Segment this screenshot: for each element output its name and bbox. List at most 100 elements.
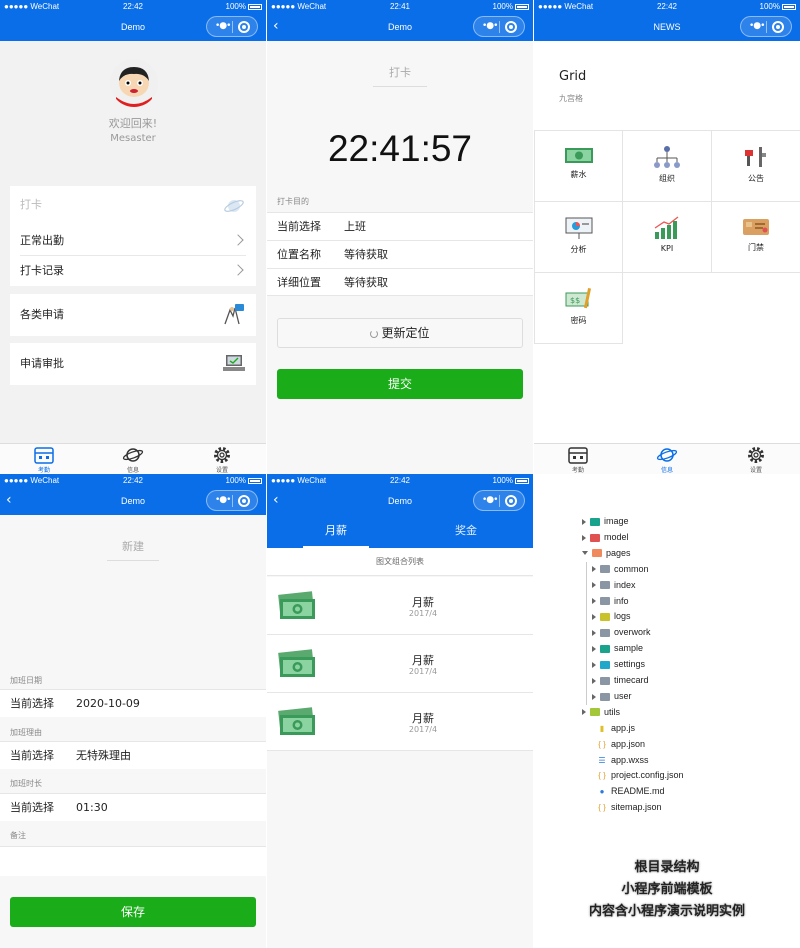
tree-folder[interactable]: model	[582, 530, 629, 544]
tree-folder[interactable]: timecard	[592, 673, 649, 687]
grid-password[interactable]: $$ 密码	[534, 273, 623, 344]
checkin-header: 打卡	[20, 198, 42, 211]
close-mini-icon[interactable]	[238, 21, 250, 33]
capsule-menu[interactable]: •●•	[206, 490, 258, 511]
item-date: 2017/4	[408, 667, 438, 676]
planet-icon	[122, 448, 144, 462]
more-icon[interactable]: •●•	[749, 21, 766, 31]
tree-file[interactable]: ● README.md	[582, 784, 665, 798]
folder-icon	[590, 517, 600, 526]
tree-file[interactable]: ☰ app.wxss	[582, 753, 648, 767]
more-icon[interactable]: •●•	[215, 21, 232, 31]
chevron-right-icon	[232, 234, 244, 246]
tree-file[interactable]: { } sitemap.json	[582, 800, 662, 814]
grid-kpi[interactable]: KPI	[623, 202, 712, 273]
list-item[interactable]: 月薪 2017/4	[267, 693, 533, 751]
purpose-row[interactable]: 当前选择 上班	[267, 212, 533, 240]
tree-folder[interactable]: common	[592, 562, 649, 576]
tree-guide-line	[586, 561, 587, 705]
tree-item-label: pages	[606, 547, 631, 558]
grid-analysis[interactable]: 分析	[534, 202, 623, 273]
tree-folder[interactable]: image	[582, 514, 629, 528]
list-item[interactable]: 月薪 2017/4	[267, 577, 533, 635]
list-item[interactable]: 月薪 2017/4	[267, 635, 533, 693]
json-file-icon: { }	[598, 739, 606, 749]
submit-button[interactable]: 提交	[277, 369, 523, 399]
capsule-menu[interactable]: •●•	[206, 16, 258, 37]
tree-folder[interactable]: user	[592, 689, 632, 703]
tree-folder[interactable]: utils	[582, 705, 620, 719]
org-chart-icon	[654, 146, 680, 168]
tab-bonus[interactable]: 奖金	[433, 515, 499, 548]
tab-attendance[interactable]: 考勤	[548, 445, 608, 474]
avatar	[110, 59, 158, 107]
battery: 100%	[760, 2, 796, 11]
save-button[interactable]: 保存	[10, 897, 256, 927]
item-label: 打卡记录	[20, 264, 64, 277]
close-mini-icon[interactable]	[505, 21, 517, 33]
tab-info[interactable]: 信息	[637, 445, 697, 474]
overtime-reason-picker[interactable]: 当前选择 无特殊理由	[0, 741, 266, 769]
more-icon[interactable]: •●•	[215, 495, 232, 505]
info-file-icon: ●	[599, 787, 605, 797]
note-textarea[interactable]	[0, 846, 266, 876]
grid-title: Grid	[559, 69, 587, 84]
item-date: 2017/4	[408, 609, 438, 618]
close-mini-icon[interactable]	[505, 495, 517, 507]
section-label: 加班理由	[10, 728, 42, 737]
overtime-date-picker[interactable]: 当前选择 2020-10-09	[0, 689, 266, 717]
tree-folder[interactable]: pages	[582, 546, 631, 560]
checkin-records-item[interactable]: 打卡记录	[20, 256, 246, 286]
username: Mesaster	[110, 133, 156, 144]
folder-icon	[600, 676, 610, 685]
tree-folder[interactable]: settings	[592, 657, 645, 671]
tree-file[interactable]: { } project.config.json	[582, 768, 683, 782]
list-title: 图文组合列表	[267, 548, 533, 576]
grid-access-control[interactable]: 门禁	[712, 202, 800, 273]
approve-card[interactable]: 申请审批	[10, 343, 256, 385]
normal-attendance-item[interactable]: 正常出勤	[20, 226, 246, 256]
apply-card[interactable]: 各类申请	[10, 294, 256, 336]
tab-info[interactable]: 信息	[103, 445, 163, 474]
tree-folder[interactable]: info	[592, 594, 629, 608]
overtime-duration-picker[interactable]: 当前选择 01:30	[0, 793, 266, 821]
capsule-menu[interactable]: •●•	[473, 490, 525, 511]
refresh-location-button[interactable]: 更新定位	[277, 318, 523, 348]
more-icon[interactable]: •●•	[482, 495, 499, 505]
keycard-icon	[743, 219, 769, 235]
tree-folder[interactable]: overwork	[592, 625, 651, 639]
tree-folder[interactable]: index	[592, 578, 636, 592]
section-label: 加班时长	[10, 779, 42, 788]
nav-bar: ●●●●● WeChat 22:42 100% ‹ Demo •●•	[0, 474, 266, 515]
more-icon[interactable]: •●•	[482, 21, 499, 31]
clock: 22:41:57	[327, 128, 473, 169]
location-detail-row: 详细位置 等待获取	[267, 268, 533, 296]
tab-settings[interactable]: 设置	[726, 445, 786, 474]
tree-folder[interactable]: sample	[592, 641, 643, 655]
folder-icon	[590, 708, 600, 717]
tree-file[interactable]: ▮ app.js	[582, 721, 635, 735]
tab-settings[interactable]: 设置	[192, 445, 252, 474]
laptop-icon	[223, 355, 245, 371]
tab-monthly[interactable]: 月薪	[303, 515, 369, 548]
close-mini-icon[interactable]	[772, 21, 784, 33]
close-mini-icon[interactable]	[238, 495, 250, 507]
svg-text:$$: $$	[570, 296, 580, 305]
capsule-menu[interactable]: •●•	[740, 16, 792, 37]
css-file-icon: ☰	[598, 755, 606, 765]
tree-folder[interactable]: logs	[592, 609, 631, 623]
tab-attendance[interactable]: 考勤	[14, 445, 74, 474]
capsule-menu[interactable]: •●•	[473, 16, 525, 37]
grid-salary[interactable]: 薪水	[534, 131, 623, 202]
caret-right-icon	[592, 693, 596, 700]
directory-tree-panel: image model pages common index info logs overwo…	[534, 474, 800, 948]
caret-right-icon	[592, 645, 596, 652]
grid-organization[interactable]: 组织	[623, 131, 712, 202]
grid-announcement[interactable]: 公告	[712, 131, 800, 202]
tree-item-label: image	[604, 516, 629, 526]
tree-file[interactable]: { } app.json	[582, 737, 645, 751]
caret-right-icon	[582, 518, 586, 525]
section-label: 打卡目的	[277, 197, 309, 206]
tree-item-label: app.json	[611, 738, 646, 749]
tree-item-label: sitemap.json	[611, 802, 662, 813]
